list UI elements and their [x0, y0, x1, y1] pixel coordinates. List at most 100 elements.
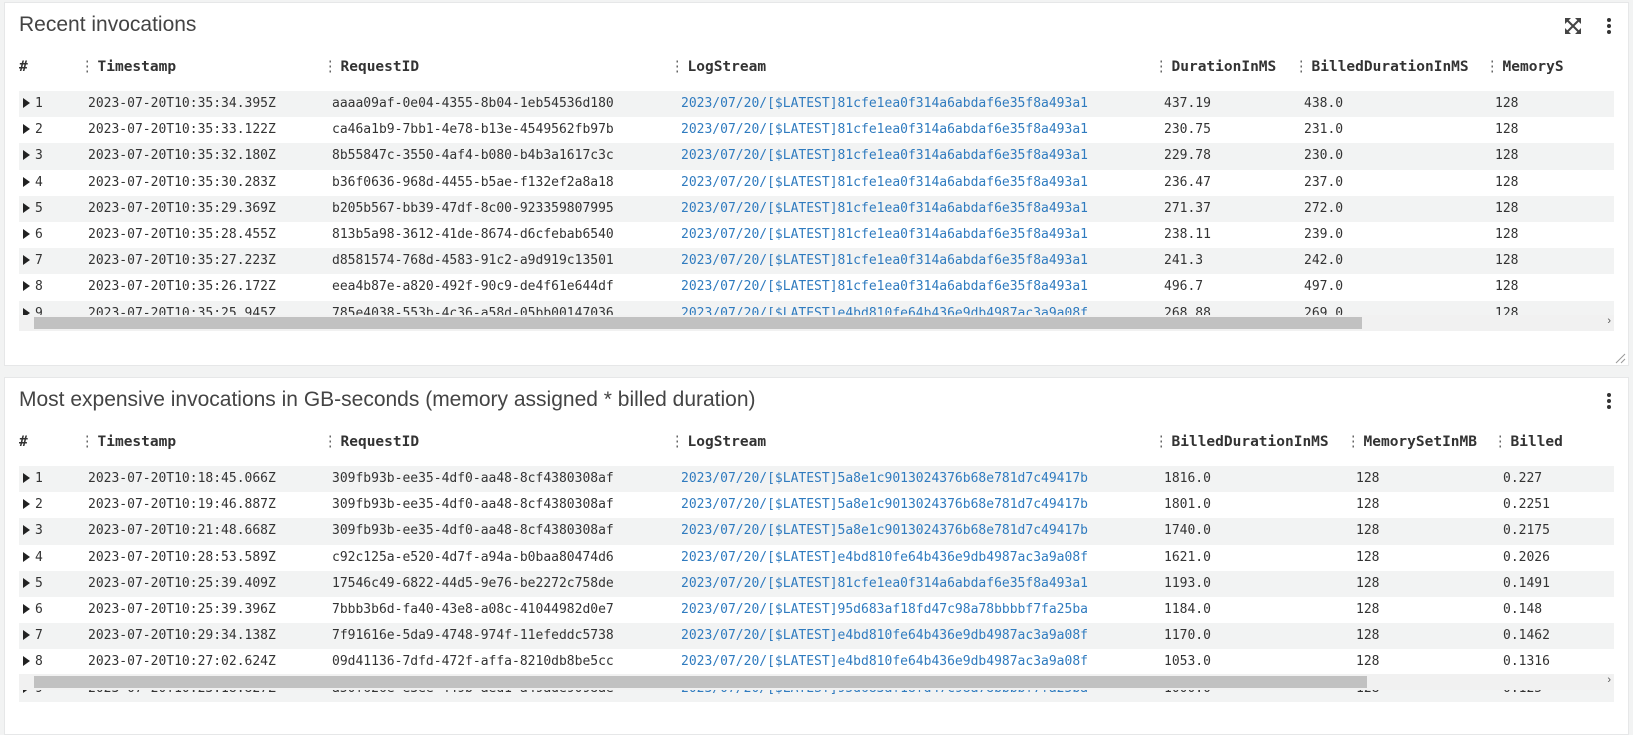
cell-log-stream-link[interactable]: 2023/07/20/[$LATEST]95d683af18fd47c98a78…: [681, 602, 1088, 617]
cell-billed-gb-seconds: 0.2175: [1503, 523, 1550, 539]
more-vertical-icon[interactable]: [1598, 390, 1620, 412]
cell-billed-duration: 239.0: [1304, 226, 1344, 242]
caret-right-icon[interactable]: [23, 124, 30, 135]
table-row[interactable]: 5 2023-07-20T10:25:39.409Z 17546c49-6822-4…: [19, 570, 1614, 597]
caret-right-icon[interactable]: [23, 98, 30, 108]
caret-right-icon[interactable]: [23, 281, 30, 292]
caret-right-icon[interactable]: [23, 499, 30, 510]
cell-memory: 128: [1495, 174, 1519, 190]
column-resize-grip[interactable]: ⋮: [1485, 59, 1500, 75]
cell-log-stream-link[interactable]: 2023/07/20/[$LATEST]81cfe1ea0f314a6abdaf…: [681, 279, 1088, 294]
cell-log-stream-link[interactable]: 2023/07/20/[$LATEST]81cfe1ea0f314a6abdaf…: [681, 122, 1088, 137]
table-row[interactable]: 2 2023-07-20T10:35:33.122Z ca46a1b9-7bb1-4…: [19, 117, 1614, 143]
cell-log-stream-link[interactable]: 2023/07/20/[$LATEST]81cfe1ea0f314a6abdaf…: [681, 576, 1088, 591]
cell-duration: 230.75: [1164, 122, 1211, 138]
caret-right-icon[interactable]: [23, 202, 30, 213]
table-row[interactable]: 3 2023-07-20T10:21:48.668Z 309fb93b-ee35-4…: [19, 518, 1614, 545]
cell-log-stream-link[interactable]: 2023/07/20/[$LATEST]5a8e1c9013024376b68e…: [681, 471, 1088, 486]
column-resize-grip[interactable]: ⋮: [80, 434, 95, 450]
chevron-right-icon[interactable]: ›: [1607, 674, 1611, 686]
table-row[interactable]: 2 2023-07-20T10:19:46.887Z 309fb93b-ee35-4…: [19, 492, 1614, 518]
cell-billed-duration: 1193.0: [1164, 575, 1211, 591]
column-resize-grip[interactable]: ⋮: [1346, 434, 1361, 450]
caret-right-icon[interactable]: [23, 228, 30, 239]
chevron-right-icon[interactable]: ›: [1607, 315, 1611, 327]
column-header-billed-gb-seconds[interactable]: ⋮ Billed: [1493, 434, 1563, 450]
table-row[interactable]: 3 2023-07-20T10:35:32.180Z 8b55847c-3550-4…: [19, 143, 1614, 170]
column-header-timestamp[interactable]: ⋮ Timestamp: [80, 434, 176, 450]
cell-request-id: eea4b87e-a820-492f-90c9-de4f61e644df: [332, 279, 614, 295]
cell-log-stream-link[interactable]: 2023/07/20/[$LATEST]81cfe1ea0f314a6abdaf…: [681, 96, 1088, 111]
column-header-billed-duration[interactable]: ⋮ BilledDurationInMS: [1154, 434, 1329, 450]
column-header-logstream[interactable]: ⋮ LogStream: [670, 59, 766, 75]
caret-right-icon[interactable]: [23, 630, 30, 641]
row-index: 4: [23, 550, 43, 565]
table-row[interactable]: 4 2023-07-20T10:28:53.589Z c92c125a-e520-4…: [19, 545, 1614, 571]
column-header-index: #: [19, 434, 28, 450]
cell-log-stream-link[interactable]: 2023/07/20/[$LATEST]e4bd810fe64b436e9db4…: [681, 550, 1088, 565]
column-header-timestamp[interactable]: ⋮ Timestamp: [80, 59, 176, 75]
caret-right-icon[interactable]: [23, 255, 30, 266]
cell-log-stream-link[interactable]: 2023/07/20/[$LATEST]5a8e1c9013024376b68e…: [681, 497, 1088, 512]
table-row[interactable]: 6 2023-07-20T10:35:28.455Z 813b5a98-3612-4…: [19, 222, 1614, 248]
caret-right-icon[interactable]: [23, 577, 30, 588]
column-header-memory[interactable]: ⋮ MemoryS: [1485, 59, 1564, 75]
cell-log-stream-link[interactable]: 2023/07/20/[$LATEST]e4bd810fe64b436e9db4…: [681, 654, 1088, 669]
column-resize-grip[interactable]: ⋮: [1154, 59, 1169, 75]
column-header-logstream[interactable]: ⋮ LogStream: [670, 434, 766, 450]
table-row[interactable]: 7 2023-07-20T10:29:34.138Z 7f91616e-5da9-4…: [19, 623, 1614, 650]
column-header-duration[interactable]: ⋮ DurationInMS: [1154, 59, 1276, 75]
scrollbar-thumb[interactable]: [34, 317, 1362, 329]
cell-log-stream-link[interactable]: 2023/07/20/[$LATEST]e4bd810fe64b436e9db4…: [681, 628, 1088, 643]
cell-timestamp: 2023-07-20T10:35:32.180Z: [88, 148, 276, 164]
column-resize-grip[interactable]: ⋮: [80, 59, 95, 75]
table-row[interactable]: 8 2023-07-20T10:27:02.624Z 09d41136-7dfd-4…: [19, 649, 1614, 675]
cell-log-stream-link[interactable]: 2023/07/20/[$LATEST]81cfe1ea0f314a6abdaf…: [681, 253, 1088, 268]
table-row[interactable]: 5 2023-07-20T10:35:29.369Z b205b567-bb39-4…: [19, 195, 1614, 222]
cell-log-stream-link[interactable]: 2023/07/20/[$LATEST]81cfe1ea0f314a6abdaf…: [681, 148, 1088, 163]
cell-log-stream-link[interactable]: 2023/07/20/[$LATEST]5a8e1c9013024376b68e…: [681, 523, 1088, 538]
column-resize-grip[interactable]: ⋮: [670, 59, 685, 75]
column-resize-grip[interactable]: ⋮: [1493, 434, 1508, 450]
column-header-memory-set[interactable]: ⋮ MemorySetInMB: [1346, 434, 1477, 450]
caret-right-icon[interactable]: [23, 603, 30, 614]
caret-right-icon[interactable]: [23, 473, 30, 483]
row-number: 8: [35, 654, 43, 670]
cell-log-stream-link[interactable]: 2023/07/20/[$LATEST]81cfe1ea0f314a6abdaf…: [681, 175, 1088, 190]
cell-timestamp: 2023-07-20T10:25:39.396Z: [88, 601, 276, 617]
column-resize-grip[interactable]: ⋮: [323, 59, 338, 75]
widget-actions: [1598, 390, 1620, 412]
cell-log-stream-link[interactable]: 2023/07/20/[$LATEST]81cfe1ea0f314a6abdaf…: [681, 201, 1088, 216]
caret-right-icon[interactable]: [23, 551, 30, 562]
table-row[interactable]: 1 2023-07-20T10:35:34.395Z aaaa09af-0e04-4…: [19, 91, 1614, 118]
column-header-requestid[interactable]: ⋮ RequestID: [323, 59, 419, 75]
caret-right-icon[interactable]: [23, 176, 30, 187]
cell-request-id: b36f0636-968d-4455-b5ae-f132ef2a8a18: [332, 174, 614, 190]
column-resize-grip[interactable]: ⋮: [323, 434, 338, 450]
caret-right-icon[interactable]: [23, 150, 30, 161]
resize-handle-icon[interactable]: [1614, 351, 1626, 364]
column-resize-grip[interactable]: ⋮: [1154, 434, 1169, 450]
caret-right-icon[interactable]: [23, 656, 30, 667]
cell-log-stream-link[interactable]: 2023/07/20/[$LATEST]81cfe1ea0f314a6abdaf…: [681, 227, 1088, 242]
horizontal-scrollbar[interactable]: ›: [19, 674, 1614, 690]
horizontal-scrollbar[interactable]: ›: [19, 315, 1614, 331]
more-vertical-icon[interactable]: [1598, 15, 1620, 37]
cell-timestamp: 2023-07-20T10:29:34.138Z: [88, 628, 276, 644]
cell-billed-gb-seconds: 0.2026: [1503, 549, 1550, 565]
cell-memory: 128: [1495, 96, 1519, 111]
column-header-billed-duration[interactable]: ⋮ BilledDurationInMS: [1294, 59, 1469, 75]
cell-billed-gb-seconds: 0.1462: [1503, 628, 1550, 644]
caret-right-icon[interactable]: [23, 525, 30, 536]
expand-icon[interactable]: [1562, 15, 1584, 37]
column-resize-grip[interactable]: ⋮: [670, 434, 685, 450]
table-row[interactable]: 4 2023-07-20T10:35:30.283Z b36f0636-968d-4…: [19, 170, 1614, 196]
cell-billed-duration: 1801.0: [1164, 497, 1211, 513]
scrollbar-thumb[interactable]: [34, 676, 1367, 688]
table-row[interactable]: 1 2023-07-20T10:18:45.066Z 309fb93b-ee35-4…: [19, 466, 1614, 493]
column-header-requestid[interactable]: ⋮ RequestID: [323, 434, 419, 450]
table-row[interactable]: 6 2023-07-20T10:25:39.396Z 7bbb3b6d-fa40-4…: [19, 597, 1614, 623]
table-row[interactable]: 8 2023-07-20T10:35:26.172Z eea4b87e-a820-4…: [19, 274, 1614, 300]
table-row[interactable]: 7 2023-07-20T10:35:27.223Z d8581574-768d-4…: [19, 248, 1614, 275]
column-resize-grip[interactable]: ⋮: [1294, 59, 1309, 75]
